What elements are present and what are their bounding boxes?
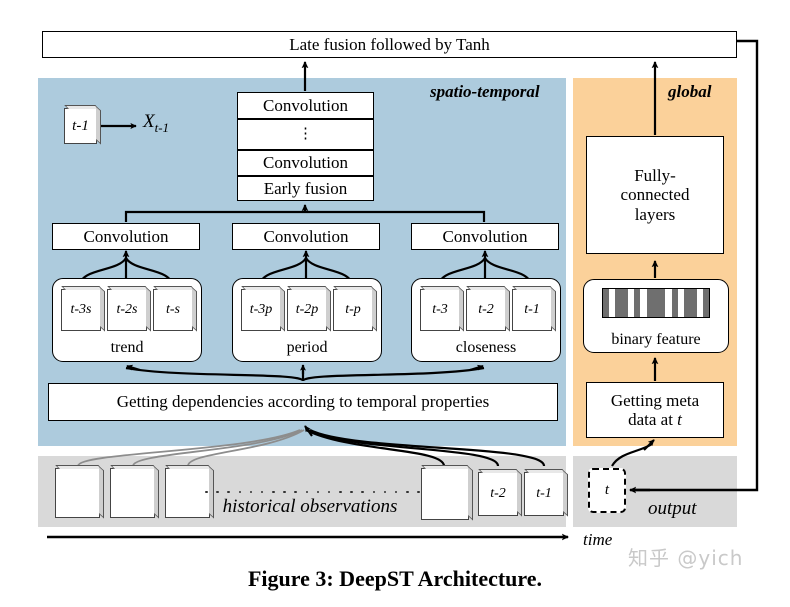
x-symbol: X (143, 111, 155, 132)
spatio-temporal-label: spatio-temporal (430, 82, 540, 101)
meta-time-var: t (677, 410, 682, 429)
early-fusion-box[interactable]: Early fusion (237, 176, 374, 201)
convolution-closeness[interactable]: Convolution (411, 223, 559, 250)
group-trend: t-3s t-2s t-s trend (52, 278, 202, 362)
closeness-tile-2: t-2 (466, 289, 506, 331)
trend-tile-3: t-s (153, 289, 193, 331)
time-axis-label: time (583, 530, 613, 549)
group-label-period: period (286, 339, 328, 356)
dependencies-box[interactable]: Getting dependencies according to tempor… (48, 383, 558, 421)
binary-bit-16 (702, 289, 709, 317)
closeness-tile-3: t-1 (512, 289, 552, 331)
meta-line-1: Getting meta (610, 390, 700, 410)
stack-convolution-top[interactable]: Convolution (237, 92, 374, 119)
stack-ellipsis: ⋮ (237, 119, 374, 150)
binary-feature-label: binary feature (611, 331, 701, 348)
history-card-1 (55, 468, 100, 518)
group-label-trend: trend (110, 339, 144, 356)
history-card-t-2: t-2 (478, 472, 518, 516)
meta-line-2-text: data at (628, 410, 678, 429)
period-tile-1: t-3p (241, 289, 281, 331)
late-fusion-box[interactable]: Late fusion followed by Tanh (42, 31, 737, 58)
fc-line-3: layers (634, 204, 676, 224)
historical-observations-label: historical observations (222, 496, 398, 517)
watermark: 知乎 @yich (628, 546, 744, 570)
period-tile-3: t-p (333, 289, 373, 331)
fully-connected-layers-box[interactable]: Fully- connected layers (586, 136, 724, 254)
convolution-trend[interactable]: Convolution (52, 223, 200, 250)
binary-feature-group: binary feature (583, 279, 729, 353)
group-closeness: t-3 t-2 t-1 closeness (411, 278, 561, 362)
trend-tile-1: t-3s (61, 289, 101, 331)
history-card-t-1: t-1 (524, 472, 564, 516)
group-label-closeness: closeness (455, 339, 517, 356)
period-tile-2: t-2p (287, 289, 327, 331)
getting-meta-data-box[interactable]: Getting meta data at t (586, 382, 724, 438)
output-time-box: t (588, 468, 626, 513)
x-subscript: t-1 (154, 119, 170, 135)
trend-tile-2: t-2s (107, 289, 147, 331)
sample-output-label: Xt-1 (143, 111, 169, 136)
closeness-tile-1: t-3 (420, 289, 460, 331)
convolution-period[interactable]: Convolution (232, 223, 380, 250)
fc-line-1: Fully- (634, 166, 676, 186)
deepst-architecture-figure: spatio-temporal global Late fusion follo… (0, 0, 790, 607)
binary-feature-strip (602, 288, 710, 318)
fc-line-2: connected (620, 185, 690, 205)
vertical-dots-icon: ⋮ (298, 126, 313, 143)
group-period: t-3p t-2p t-p period (232, 278, 382, 362)
stack-convolution-bottom[interactable]: Convolution (237, 150, 374, 176)
history-card-2 (110, 468, 155, 518)
global-label: global (668, 82, 712, 101)
meta-line-2: data at t (628, 410, 682, 429)
output-label: output (648, 498, 697, 519)
sample-card-t-1: t-1 (64, 108, 97, 144)
